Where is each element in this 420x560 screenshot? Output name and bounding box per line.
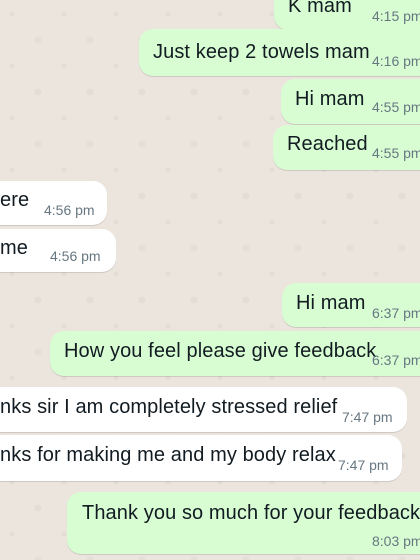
message-text: nks sir I am completely stressed relief [0,396,338,418]
message-timestamp: 4:16 pm [372,53,420,69]
message-text: Thank you so much for your feedback m [82,502,420,524]
outgoing-message-bubble[interactable]: Hi mam 6:37 pm [282,283,420,327]
message-text: Hi mam [296,292,366,314]
message-text: K mam [288,0,352,17]
outgoing-message-bubble[interactable]: Just keep 2 towels mam 4:16 pm [139,29,420,76]
message-text: How you feel please give feedback [64,340,377,362]
outgoing-message-bubble[interactable]: Reached 4:55 pm [273,125,420,170]
message-timestamp: 4:15 pm [372,8,420,24]
message-text: Reached [287,133,368,155]
message-timestamp: 4:56 pm [50,248,101,264]
outgoing-message-bubble[interactable]: K mam 4:15 pm [274,0,420,30]
outgoing-message-bubble[interactable]: How you feel please give feedback 6:37 p… [50,331,420,376]
message-timestamp: 6:37 pm [372,305,420,321]
outgoing-message-bubble[interactable]: Hi mam 4:55 pm [281,79,420,124]
message-timestamp: 4:55 pm [372,145,420,161]
incoming-message-bubble[interactable]: nks for making me and my body relax 7:47… [0,435,402,481]
incoming-message-bubble[interactable]: nks sir I am completely stressed relief … [0,387,407,432]
message-text: nks for making me and my body relax [0,444,336,466]
message-timestamp: 6:37 pm [372,352,420,368]
message-text: me [0,237,28,259]
message-timestamp: 4:55 pm [372,99,420,115]
message-timestamp: 7:47 pm [342,409,393,425]
outgoing-message-bubble[interactable]: Thank you so much for your feedback m 8:… [67,492,420,554]
message-text: Hi mam [295,88,365,110]
message-text: ere [0,189,30,211]
incoming-message-bubble[interactable]: me 4:56 pm [0,229,116,272]
message-timestamp: 8:03 pm [372,533,420,549]
message-timestamp: 4:56 pm [44,202,95,218]
incoming-message-bubble[interactable]: ere 4:56 pm [0,181,107,225]
message-timestamp: 7:47 pm [338,457,389,473]
message-text: Just keep 2 towels mam [153,41,370,63]
